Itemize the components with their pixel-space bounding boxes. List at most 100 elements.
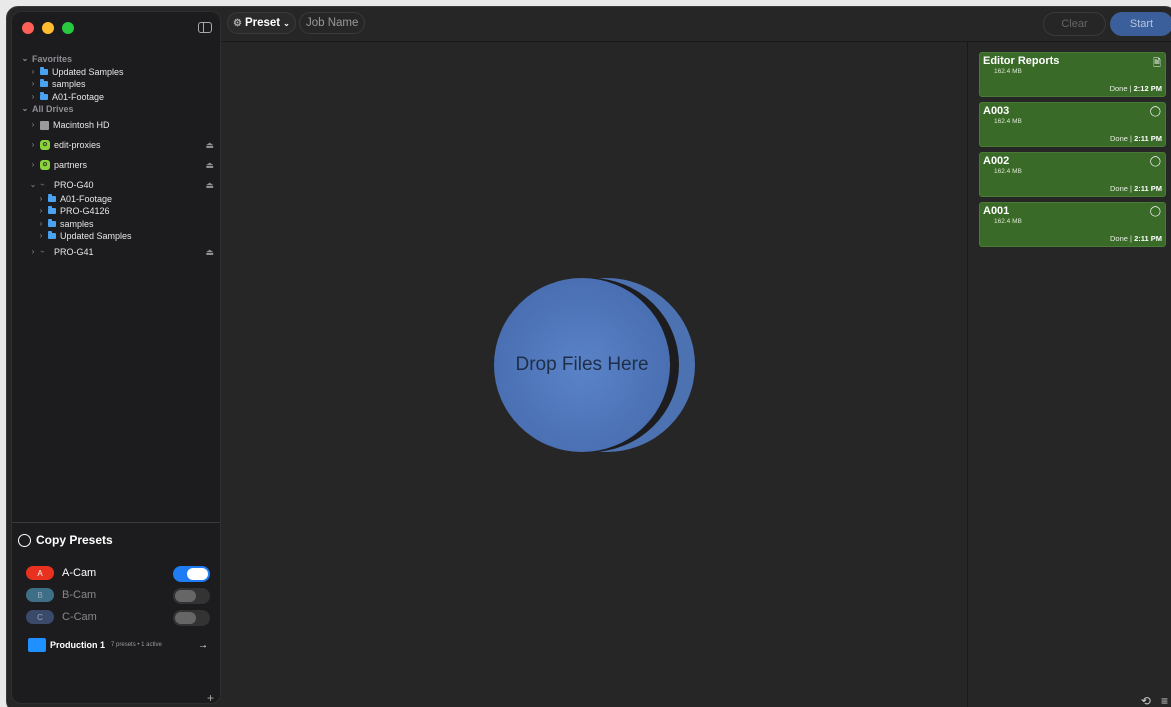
favorites-label: Favorites — [32, 54, 73, 64]
drive-label: edit-proxies — [54, 139, 101, 150]
folder-icon — [40, 91, 48, 100]
status-text: Done — [1110, 134, 1128, 143]
history-icon[interactable]: ⟲ — [1141, 694, 1151, 707]
jobs-panel: Editor Reports 162.4 MB 🗎 Done | 2:12 PM… — [967, 42, 1171, 707]
production-row[interactable]: Production 1 7 presets • 1 active → — [28, 638, 208, 652]
folder-label: Updated Samples — [60, 231, 132, 241]
app-window: ⌄ Favorites › Updated Samples › samples › A0… — [6, 6, 1171, 707]
folder-icon — [48, 231, 56, 240]
favorite-item[interactable]: › samples — [20, 78, 216, 91]
cam-badge: A — [26, 566, 54, 580]
circle-icon[interactable]: ◯ — [1150, 106, 1161, 117]
job-size: 162.4 MB — [994, 118, 1022, 125]
folder-item[interactable]: › A01-Footage — [20, 193, 216, 206]
start-button[interactable]: Start — [1110, 12, 1171, 36]
drop-zone[interactable]: Drop Files Here — [494, 278, 699, 453]
circle-icon[interactable]: ◯ — [1150, 156, 1161, 167]
chevron-down-icon: ⌄ — [29, 179, 37, 189]
job-card[interactable]: A003 162.4 MB ◯ Done | 2:11 PM — [979, 102, 1166, 147]
toggle-knob — [187, 568, 208, 580]
arrow-right-icon[interactable]: → — [198, 640, 208, 651]
minimize-window-button[interactable] — [42, 22, 54, 34]
folder-label: samples — [60, 218, 94, 229]
copy-presets-panel: Copy Presets A A-Cam B B-Cam C C-Cam Pro… — [12, 522, 220, 703]
chevron-right-icon: › — [31, 79, 35, 88]
status-time: 2:11 PM — [1134, 184, 1162, 193]
drive-label: partners — [54, 159, 88, 170]
job-name: Editor Reports — [983, 55, 1060, 67]
preset-row-c-cam[interactable]: C C-Cam — [26, 610, 97, 624]
sidebar-toggle-icon[interactable] — [198, 22, 212, 33]
drive-label: PRO-G40 — [54, 179, 94, 190]
eject-icon[interactable]: ⏏ — [205, 159, 214, 172]
favorite-item[interactable]: › A01-Footage — [20, 91, 216, 104]
circle-icon[interactable]: ◯ — [1150, 206, 1161, 217]
favorite-label: samples — [52, 79, 86, 89]
job-status: Done | 2:11 PM — [1110, 234, 1162, 243]
preset-dropdown[interactable]: ⚙ Preset ⌄ — [227, 12, 296, 34]
folder-icon — [48, 206, 56, 215]
drive-item-pro-g40[interactable]: ⌄ ⌁ PRO-G40 ⏏ — [20, 178, 216, 193]
job-status: Done | 2:12 PM — [1109, 84, 1162, 93]
preset-label: Preset — [244, 17, 281, 29]
eject-icon[interactable]: ⏏ — [205, 179, 214, 192]
a-cam-toggle[interactable] — [173, 566, 210, 582]
folder-item[interactable]: › PRO-G4126 — [20, 205, 216, 218]
status-time: 2:11 PM — [1134, 234, 1162, 243]
drive-item-pro-g41[interactable]: › ⌁ PRO-G41 ⏏ — [20, 245, 216, 260]
toggle-knob — [175, 590, 196, 602]
cam-label: C-Cam — [62, 611, 97, 623]
chevron-right-icon: › — [39, 218, 43, 228]
job-size: 162.4 MB — [994, 218, 1022, 225]
chevron-right-icon: › — [31, 119, 35, 129]
b-cam-toggle[interactable] — [173, 588, 210, 604]
close-window-button[interactable] — [22, 22, 34, 34]
gear-icon: ⚙ — [233, 17, 242, 29]
drive-item-partners[interactable]: › ⊙ partners ⏏ — [20, 158, 216, 173]
copy-presets-header: Copy Presets — [18, 533, 113, 547]
folder-item[interactable]: › Updated Samples — [20, 230, 216, 243]
folder-icon — [48, 193, 56, 202]
job-name: A002 — [983, 155, 1010, 167]
favorite-item[interactable]: › Updated Samples — [20, 66, 216, 79]
folder-item[interactable]: › samples — [20, 218, 216, 231]
copy-presets-title: Copy Presets — [36, 533, 113, 547]
all-drives-header[interactable]: ⌄ All Drives — [20, 103, 216, 116]
job-name-input[interactable]: Job Name — [299, 12, 366, 34]
chevron-right-icon: › — [31, 139, 35, 149]
external-disk-icon: ⊙ — [40, 140, 50, 150]
drive-item-edit-proxies[interactable]: › ⊙ edit-proxies ⏏ — [20, 138, 216, 153]
production-name: Production 1 — [50, 640, 106, 650]
eject-icon[interactable]: ⏏ — [205, 246, 214, 259]
folder-icon — [40, 66, 48, 75]
add-preset-icon[interactable]: + — [207, 691, 214, 703]
circle-icon — [18, 533, 31, 547]
hard-drive-icon — [40, 120, 49, 130]
chevron-right-icon: › — [31, 159, 35, 169]
folder-icon — [48, 218, 56, 227]
clear-button[interactable]: Clear — [1043, 12, 1106, 36]
drive-item-macintosh[interactable]: › Macintosh HD — [20, 118, 216, 133]
cam-label: A-Cam — [62, 567, 97, 579]
document-icon[interactable]: 🗎 — [1153, 56, 1161, 73]
filter-icon[interactable]: ≡ — [1161, 694, 1168, 707]
chevron-down-icon: ⌄ — [21, 104, 29, 113]
chevron-right-icon: › — [31, 246, 35, 256]
eject-icon[interactable]: ⏏ — [205, 139, 214, 152]
job-card[interactable]: Editor Reports 162.4 MB 🗎 Done | 2:12 PM — [979, 52, 1166, 97]
usb-icon: ⌁ — [40, 179, 45, 189]
job-card[interactable]: A001 162.4 MB ◯ Done | 2:11 PM — [979, 202, 1166, 247]
cam-label: B-Cam — [62, 589, 97, 601]
zoom-window-button[interactable] — [62, 22, 74, 34]
favorite-label: Updated Samples — [52, 66, 124, 77]
job-card[interactable]: A002 162.4 MB ◯ Done | 2:11 PM — [979, 152, 1166, 197]
sidebar: ⌄ Favorites › Updated Samples › samples › A0… — [11, 11, 221, 704]
c-cam-toggle[interactable] — [173, 610, 210, 626]
chevron-right-icon: › — [31, 66, 35, 76]
status-time: 2:12 PM — [1133, 84, 1162, 93]
folder-icon — [28, 638, 46, 652]
favorites-header[interactable]: ⌄ Favorites — [20, 53, 216, 66]
chevron-down-icon: ⌄ — [21, 54, 29, 63]
chevron-right-icon: › — [39, 206, 43, 215]
preset-row-b-cam[interactable]: B B-Cam — [26, 588, 96, 602]
